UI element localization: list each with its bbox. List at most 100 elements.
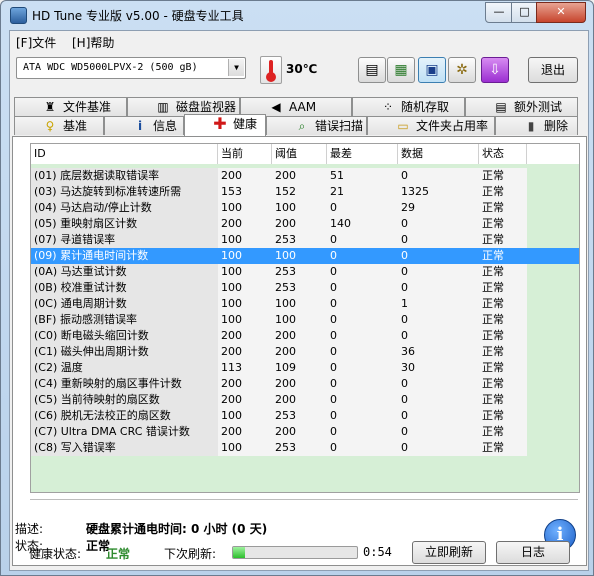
cell-current: 100 bbox=[218, 280, 272, 296]
download-icon: ⇩ bbox=[489, 62, 501, 78]
extra-tests-icon: ▤ bbox=[495, 100, 507, 114]
copy-screenshot-icon: ▦ bbox=[394, 62, 408, 78]
disk-monitor-icon: ▥ bbox=[157, 100, 169, 114]
cell-current: 113 bbox=[218, 360, 272, 376]
table-row[interactable]: (C7) Ultra DMA CRC 错误计数 200 200 0 0 正常 bbox=[31, 424, 579, 440]
table-row[interactable]: (C0) 断电磁头缩回计数 200 200 0 0 正常 bbox=[31, 328, 579, 344]
header-threshold[interactable]: 阈值 bbox=[272, 144, 327, 164]
title-bar[interactable]: HD Tune 专业版 v5.00 - 硬盘专业工具 — □ ✕ bbox=[1, 1, 594, 28]
cell-id: (07) 寻道错误率 bbox=[31, 232, 218, 248]
header-status[interactable]: 状态 bbox=[479, 144, 527, 164]
tab-folder-usage[interactable]: ▭ 文件夹占用率 bbox=[367, 116, 495, 135]
cell-current: 100 bbox=[218, 296, 272, 312]
table-row[interactable]: (09) 累计通电时间计数 100 100 0 0 正常 bbox=[31, 248, 579, 264]
cell-id: (01) 底层数据读取错误率 bbox=[31, 168, 218, 184]
tab-health[interactable]: ✚ 健康 bbox=[184, 114, 266, 136]
table-row[interactable]: (C6) 脱机无法校正的扇区数 100 253 0 0 正常 bbox=[31, 408, 579, 424]
cell-status: 正常 bbox=[479, 312, 527, 328]
table-row[interactable]: (BF) 振动感测错误率 100 100 0 0 正常 bbox=[31, 312, 579, 328]
cell-current: 100 bbox=[218, 312, 272, 328]
close-button[interactable]: ✕ bbox=[536, 2, 586, 23]
header-id[interactable]: ID bbox=[31, 144, 218, 164]
cell-worst: 0 bbox=[327, 392, 398, 408]
maximize-button[interactable]: □ bbox=[511, 2, 538, 23]
cell-data: 30 bbox=[398, 360, 479, 376]
header-data[interactable]: 数据 bbox=[398, 144, 479, 164]
table-row[interactable]: (01) 底层数据读取错误率 200 200 51 0 正常 bbox=[31, 168, 579, 184]
table-row[interactable]: (C4) 重新映射的扇区事件计数 200 200 0 0 正常 bbox=[31, 376, 579, 392]
tab-extra-tests[interactable]: ▤ 额外测试 bbox=[465, 97, 578, 116]
trash-icon: ▮ bbox=[527, 119, 535, 133]
tab-info[interactable]: i 信息 bbox=[104, 116, 184, 135]
refresh-now-button[interactable]: 立即刷新 bbox=[412, 541, 486, 564]
health-panel: ID 当前 阈值 最差 数据 状态 (01) 底层数据读取错误率 200 200 51… bbox=[12, 136, 587, 566]
menu-file[interactable]: [F]文件 bbox=[16, 34, 56, 51]
tab-label: 基准 bbox=[63, 119, 88, 133]
cell-current: 200 bbox=[218, 328, 272, 344]
cell-current: 100 bbox=[218, 248, 272, 264]
tab-random-access[interactable]: ⁘ 随机存取 bbox=[352, 97, 465, 116]
tab-error-scan[interactable]: ⌕ 错误扫描 bbox=[266, 116, 367, 135]
tab-erase[interactable]: ▮ 删除 bbox=[495, 116, 578, 135]
cell-threshold: 109 bbox=[272, 360, 327, 376]
cell-current: 200 bbox=[218, 376, 272, 392]
cell-worst: 0 bbox=[327, 200, 398, 216]
next-refresh-label: 下次刷新: bbox=[164, 547, 217, 561]
drive-select[interactable]: ATA WDC WD5000LPVX-2 (500 gB) ▼ bbox=[16, 57, 246, 79]
cell-data: 1 bbox=[398, 296, 479, 312]
minimize-button[interactable]: — bbox=[485, 2, 513, 23]
copy-screenshot-button[interactable]: ▦ bbox=[387, 57, 415, 83]
table-row[interactable]: (C1) 磁头伸出周期计数 200 200 0 36 正常 bbox=[31, 344, 579, 360]
header-current[interactable]: 当前 bbox=[218, 144, 272, 164]
cell-worst: 0 bbox=[327, 344, 398, 360]
cell-current: 100 bbox=[218, 200, 272, 216]
log-button[interactable]: 日志 bbox=[496, 541, 570, 564]
table-row[interactable]: (C8) 写入错误率 100 253 0 0 正常 bbox=[31, 440, 579, 456]
header-worst[interactable]: 最差 bbox=[327, 144, 398, 164]
cell-id: (C8) 写入错误率 bbox=[31, 440, 218, 456]
tab-benchmark[interactable]: ♀ 基准 bbox=[14, 116, 104, 135]
tab-file-benchmark[interactable]: ♜ 文件基准 bbox=[14, 97, 127, 116]
cell-status: 正常 bbox=[479, 168, 527, 184]
table-row[interactable]: (0A) 马达重试计数 100 253 0 0 正常 bbox=[31, 264, 579, 280]
cell-id: (09) 累计通电时间计数 bbox=[31, 248, 218, 264]
save-button[interactable]: ▣ bbox=[418, 57, 446, 83]
options-button[interactable]: ✲ bbox=[448, 57, 476, 83]
cell-id: (C1) 磁头伸出周期计数 bbox=[31, 344, 218, 360]
cell-data: 0 bbox=[398, 408, 479, 424]
smart-attributes-table[interactable]: ID 当前 阈值 最差 数据 状态 (01) 底层数据读取错误率 200 200 51… bbox=[30, 143, 580, 493]
table-row[interactable]: (C2) 温度 113 109 0 30 正常 bbox=[31, 360, 579, 376]
table-row[interactable]: (C5) 当前待映射的扇区数 200 200 0 0 正常 bbox=[31, 392, 579, 408]
benchmark-file-icon: ♜ bbox=[44, 100, 56, 114]
download-button[interactable]: ⇩ bbox=[481, 57, 509, 83]
table-row[interactable]: (0C) 通电周期计数 100 100 0 1 正常 bbox=[31, 296, 579, 312]
cell-data: 0 bbox=[398, 392, 479, 408]
cell-worst: 21 bbox=[327, 184, 398, 200]
table-row[interactable]: (0B) 校准重试计数 100 253 0 0 正常 bbox=[31, 280, 579, 296]
cell-current: 200 bbox=[218, 168, 272, 184]
cell-id: (C0) 断电磁头缩回计数 bbox=[31, 328, 218, 344]
table-header: ID 当前 阈值 最差 数据 状态 bbox=[31, 144, 579, 164]
speaker-icon: ◀ bbox=[271, 100, 281, 114]
temperature-readout: 30℃ bbox=[286, 62, 318, 76]
description-label: 描述: bbox=[15, 522, 44, 536]
save-icon: ▣ bbox=[425, 62, 439, 78]
copy-text-button[interactable]: ▤ bbox=[358, 57, 386, 83]
tab-row-top: ♜ 文件基准 ▥ 磁盘监视器 ◀ AAM ⁘ 随机存取 ▤ 额外测试 bbox=[10, 97, 588, 117]
cell-data: 0 bbox=[398, 424, 479, 440]
cell-data: 0 bbox=[398, 312, 479, 328]
menu-help[interactable]: [H]帮助 bbox=[72, 34, 114, 51]
chevron-down-icon[interactable]: ▼ bbox=[228, 59, 244, 76]
exit-button[interactable]: 退出 bbox=[528, 57, 578, 83]
lightbulb-icon: ♀ bbox=[45, 119, 55, 133]
table-row[interactable]: (05) 重映射扇区计数 200 200 140 0 正常 bbox=[31, 216, 579, 232]
cell-id: (BF) 振动感测错误率 bbox=[31, 312, 218, 328]
tab-label: 健康 bbox=[233, 117, 258, 131]
table-row[interactable]: (03) 马达旋转到标准转速所需 153 152 21 1325 正常 bbox=[31, 184, 579, 200]
table-row[interactable]: (04) 马达启动/停止计数 100 100 0 29 正常 bbox=[31, 200, 579, 216]
tab-label: 信息 bbox=[153, 119, 178, 133]
health-cross-icon: ✚ bbox=[213, 114, 227, 133]
table-row[interactable]: (07) 寻道错误率 100 253 0 0 正常 bbox=[31, 232, 579, 248]
cell-status: 正常 bbox=[479, 280, 527, 296]
tab-label: 磁盘监视器 bbox=[176, 100, 237, 114]
